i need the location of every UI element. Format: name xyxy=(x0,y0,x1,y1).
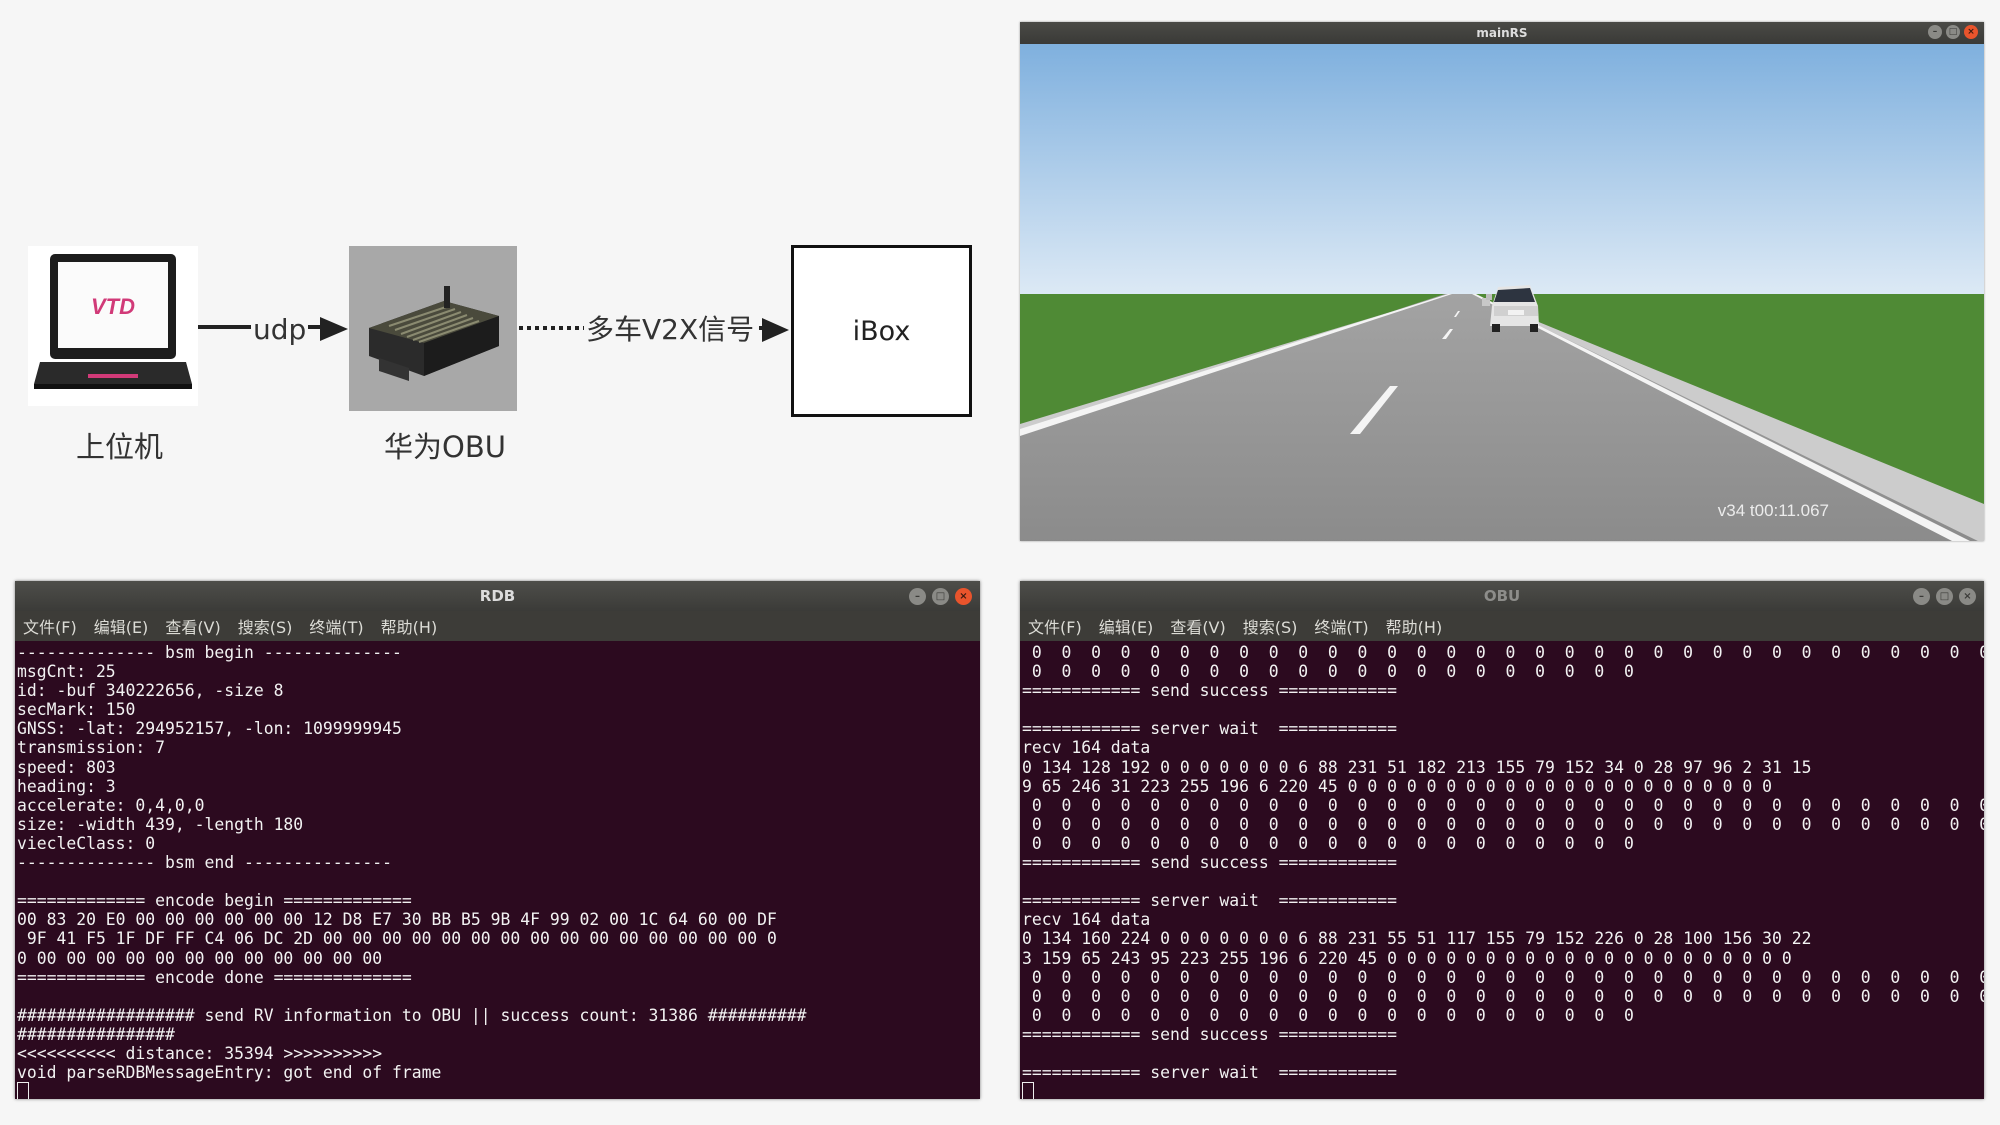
terminal-line: ################ xyxy=(17,1024,175,1044)
close-icon[interactable]: × xyxy=(955,588,972,605)
maximize-icon[interactable]: □ xyxy=(1936,588,1953,605)
menu-terminal[interactable]: 终端(T) xyxy=(1314,614,1368,638)
lead-vehicle xyxy=(1490,285,1539,332)
menu-file[interactable]: 文件(F) xyxy=(23,614,77,638)
terminal-line: ============ server wait ============ xyxy=(1022,891,1397,911)
rdb-menubar: 文件(F) 编辑(E) 查看(V) 搜索(S) 终端(T) 帮助(H) xyxy=(15,611,980,641)
obu-window-title: OBU xyxy=(1483,587,1521,605)
terminal-line: 0 0 0 0 0 0 0 0 0 0 0 0 0 0 0 0 0 0 0 0 … xyxy=(1022,662,1634,682)
rdb-terminal-window[interactable]: RDB – □ × 文件(F) 编辑(E) 查看(V) 搜索(S) 终端(T) … xyxy=(15,581,980,1099)
sim-window-title: mainRS xyxy=(1476,26,1528,40)
udp-arrowhead xyxy=(320,317,348,341)
terminal-line: 0 0 0 0 0 0 0 0 0 0 0 0 0 0 0 0 0 0 0 0 … xyxy=(1031,643,1984,662)
menu-help[interactable]: 帮助(H) xyxy=(381,614,438,638)
obu-terminal-window[interactable]: OBU – □ × 文件(F) 编辑(E) 查看(V) 搜索(S) 终端(T) … xyxy=(1020,581,1984,1099)
terminal-line: recv 164 data xyxy=(1022,910,1151,930)
rdb-titlebar[interactable]: RDB – □ × xyxy=(15,581,980,611)
terminal-line: transmission: 7 xyxy=(17,738,166,758)
terminal-line: 0 0 0 0 0 0 0 0 0 0 0 0 0 0 0 0 0 0 0 0 … xyxy=(1031,795,1984,815)
terminal-line: viecleClass: 0 xyxy=(17,833,156,853)
terminal-line: heading: 3 xyxy=(17,776,116,796)
menu-search[interactable]: 搜索(S) xyxy=(238,614,293,638)
terminal-line: 0 0 0 0 0 0 0 0 0 0 0 0 0 0 0 0 0 0 0 0 … xyxy=(1022,1005,1634,1025)
terminal-line: accelerate: 0,4,0,0 xyxy=(17,795,205,815)
maximize-icon[interactable]: □ xyxy=(932,588,949,605)
minimize-icon[interactable]: – xyxy=(909,588,926,605)
obu-titlebar[interactable]: OBU – □ × xyxy=(1020,581,1984,611)
terminal-line: speed: 803 xyxy=(17,757,116,777)
terminal-line: 0 0 0 0 0 0 0 0 0 0 0 0 0 0 0 0 0 0 0 0 … xyxy=(1022,833,1634,853)
cursor-icon xyxy=(1022,1082,1034,1099)
terminal-line: ============ send success ============ xyxy=(1022,1024,1397,1044)
rdb-terminal-output[interactable]: -------------- bsm begin -------------- m… xyxy=(15,641,980,1099)
terminal-line: 0 0 0 0 0 0 0 0 0 0 0 0 0 0 0 0 0 0 0 0 … xyxy=(1031,967,1984,987)
terminal-line: 9F 41 F5 1F DF FF C4 06 DC 2D 00 00 00 0… xyxy=(17,929,777,949)
terminal-line: ============= encode begin ============= xyxy=(17,891,412,911)
terminal-line: 3 159 65 243 95 223 255 196 6 220 45 0 0… xyxy=(1022,948,1792,968)
terminal-line: <<<<<<<<<< distance: 35394 >>>>>>>>>> xyxy=(17,1043,383,1063)
terminal-prompt[interactable] xyxy=(17,1082,980,1099)
terminal-line: 0 134 128 192 0 0 0 0 0 0 0 6 88 231 51 … xyxy=(1022,757,1812,777)
terminal-line: id: -buf 340222656, -size 8 xyxy=(17,681,284,701)
terminal-line: ============ send success ============ xyxy=(1022,681,1397,701)
menu-view[interactable]: 查看(V) xyxy=(165,614,220,638)
v2x-arrowhead xyxy=(762,318,789,342)
terminal-line: 0 00 00 00 00 00 00 00 00 00 00 00 00 xyxy=(17,948,383,968)
diagram-arrows xyxy=(198,317,789,342)
terminal-line: GNSS: -lat: 294952157, -lon: 1099999945 xyxy=(17,719,402,739)
sim-viewport[interactable] xyxy=(1020,44,1984,541)
terminal-line: ============ server wait ============ xyxy=(1022,719,1397,739)
maximize-icon[interactable]: □ xyxy=(1946,25,1960,39)
rdb-window-title: RDB xyxy=(479,587,516,605)
cursor-icon xyxy=(17,1082,29,1099)
menu-terminal[interactable]: 终端(T) xyxy=(309,614,363,638)
terminal-line: 0 0 0 0 0 0 0 0 0 0 0 0 0 0 0 0 0 0 0 0 … xyxy=(1031,814,1984,834)
terminal-line: void parseRDBMessageEntry: got end of fr… xyxy=(17,1063,442,1083)
menu-file[interactable]: 文件(F) xyxy=(1028,614,1082,638)
terminal-line: ============ server wait ============ xyxy=(1022,1063,1397,1083)
terminal-line: 0 134 160 224 0 0 0 0 0 0 0 6 88 231 55 … xyxy=(1022,929,1812,949)
sky xyxy=(1020,44,1984,294)
obu-terminal-output[interactable]: 0 0 0 0 0 0 0 0 0 0 0 0 0 0 0 0 0 0 0 0 … xyxy=(1020,641,1984,1099)
terminal-line: recv 164 data xyxy=(1022,738,1151,758)
terminal-line: -------------- bsm begin -------------- xyxy=(17,643,402,662)
close-icon[interactable]: × xyxy=(1964,25,1978,39)
sim-timestamp: v34 t00:11.067 xyxy=(1717,501,1829,520)
udp-edge-label: udp xyxy=(251,313,309,346)
minimize-icon[interactable]: – xyxy=(1913,588,1930,605)
terminal-prompt[interactable] xyxy=(1022,1082,1984,1099)
terminal-line: ################## send RV information t… xyxy=(17,1005,807,1025)
menu-help[interactable]: 帮助(H) xyxy=(1386,614,1443,638)
sim-titlebar[interactable]: mainRS – □ × xyxy=(1020,22,1984,44)
menu-edit[interactable]: 编辑(E) xyxy=(94,614,149,638)
terminal-line: msgCnt: 25 xyxy=(17,662,116,682)
terminal-line: size: -width 439, -length 180 xyxy=(17,814,304,834)
menu-edit[interactable]: 编辑(E) xyxy=(1099,614,1154,638)
menu-search[interactable]: 搜索(S) xyxy=(1243,614,1298,638)
simulation-window[interactable]: mainRS – □ × v34 t00:11.067 xyxy=(1020,22,1984,541)
minimize-icon[interactable]: – xyxy=(1928,25,1942,39)
terminal-line: 9 65 246 31 223 255 196 6 220 45 0 0 0 0… xyxy=(1022,776,1772,796)
terminal-line: -------------- bsm end --------------- xyxy=(17,853,392,873)
terminal-line: ============ send success ============ xyxy=(1022,853,1397,873)
v2x-edge-label: 多车V2X信号 xyxy=(584,313,757,346)
obu-menubar: 文件(F) 编辑(E) 查看(V) 搜索(S) 终端(T) 帮助(H) xyxy=(1020,611,1984,641)
menu-view[interactable]: 查看(V) xyxy=(1170,614,1225,638)
close-icon[interactable]: × xyxy=(1959,588,1976,605)
terminal-line: 0 0 0 0 0 0 0 0 0 0 0 0 0 0 0 0 0 0 0 0 … xyxy=(1031,986,1984,1006)
terminal-line: 00 83 20 E0 00 00 00 00 00 00 12 D8 E7 3… xyxy=(17,910,777,930)
terminal-line: secMark: 150 xyxy=(17,700,136,720)
terminal-line: ============= encode done ============== xyxy=(17,967,412,987)
